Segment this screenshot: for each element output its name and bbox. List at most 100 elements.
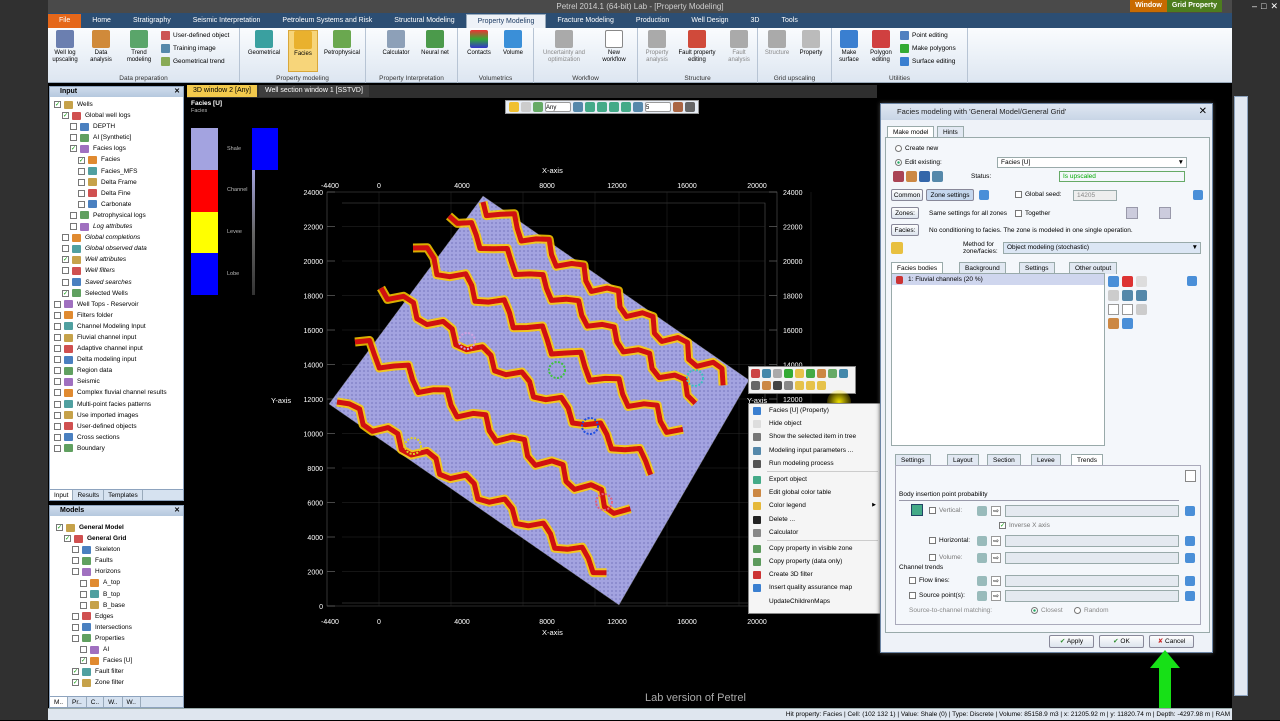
tree-item[interactable]: ✓ Wells	[54, 99, 181, 110]
tree-checkbox[interactable]	[78, 189, 85, 197]
legend-icon[interactable]	[795, 369, 804, 378]
tree-checkbox[interactable]	[54, 356, 61, 364]
histogram-icon[interactable]	[784, 369, 793, 378]
tree-checkbox[interactable]: ✓	[80, 657, 87, 665]
random-option-label[interactable]: Random	[1044, 607, 1109, 614]
tab-structural-modeling[interactable]: Structural Modeling	[383, 14, 465, 28]
tree-item[interactable]: ✓ General Grid	[56, 533, 181, 544]
tab-stratigraphy[interactable]: Stratigraphy	[122, 14, 182, 28]
tree-checkbox[interactable]: ✓	[70, 145, 77, 153]
maximize-icon[interactable]: □	[1261, 1, 1266, 12]
tree-checkbox[interactable]	[72, 612, 79, 620]
insert-arrow-icon[interactable]: ⇨	[991, 591, 1001, 601]
inverse-x-checkbox[interactable]: ✓	[999, 522, 1006, 529]
tree-item[interactable]: ✓ General Model	[56, 522, 181, 533]
pane-close-icon[interactable]: ✕	[174, 87, 180, 97]
help-icon[interactable]	[1185, 506, 1195, 516]
tree-checkbox[interactable]	[54, 334, 61, 342]
tree-checkbox[interactable]	[54, 345, 61, 353]
tab-property-modeling[interactable]: Property Modeling	[465, 14, 547, 28]
flow-lines-checkbox[interactable]	[909, 577, 916, 584]
tab-workflows[interactable]: W..	[104, 697, 123, 707]
tree-checkbox[interactable]	[80, 590, 87, 598]
tab-templates[interactable]: Templates	[104, 490, 143, 500]
trend-input-field[interactable]	[1005, 505, 1179, 517]
context-menu-item[interactable]: Facies [U] (Property)	[749, 404, 880, 417]
minimize-icon[interactable]: –	[1252, 1, 1257, 12]
tree-checkbox[interactable]	[80, 601, 87, 609]
tree-item[interactable]: DEPTH	[54, 121, 181, 132]
tree-item[interactable]: Properties	[56, 633, 181, 644]
vertical-checkbox[interactable]	[929, 507, 936, 514]
tree-checkbox[interactable]	[70, 211, 77, 219]
tab-3d[interactable]: 3D	[740, 14, 771, 28]
volume-button[interactable]: Volume	[498, 30, 528, 57]
color-table-icon[interactable]	[751, 369, 760, 378]
context-menu-item[interactable]: Show the selected item in tree	[749, 430, 880, 443]
tab-windows[interactable]: W..	[123, 697, 141, 707]
paint-icon[interactable]	[1136, 290, 1147, 301]
tab-seismic-interpretation[interactable]: Seismic Interpretation	[182, 14, 272, 28]
tree-checkbox[interactable]	[62, 278, 69, 286]
radio-create-new[interactable]	[895, 145, 902, 152]
context-menu-item[interactable]: Run modeling process	[749, 457, 880, 470]
fault-analysis-button[interactable]: Fault analysis	[722, 30, 756, 64]
copy-zone-icon[interactable]	[1126, 207, 1138, 219]
vertical-option[interactable]: Vertical:	[929, 507, 962, 514]
context-menu-item[interactable]: Hide object	[749, 417, 880, 430]
lock-icon[interactable]	[891, 242, 903, 254]
tab-fracture-modeling[interactable]: Fracture Modeling	[546, 14, 624, 28]
tree-checkbox[interactable]: ✓	[62, 112, 69, 120]
tree-checkbox[interactable]	[54, 389, 61, 397]
tree-checkbox[interactable]	[78, 167, 85, 175]
tree-item[interactable]: ✓ Zone filter	[56, 677, 181, 688]
make-surface-button[interactable]: Make surface	[834, 30, 864, 64]
edit-existing-option[interactable]: Edit existing:	[895, 159, 942, 166]
tree-item[interactable]: ✓ Global well logs	[54, 110, 181, 121]
tree-item[interactable]: Carbonate	[54, 199, 181, 210]
tree-item[interactable]: Well Tops - Reservoir	[54, 299, 181, 310]
context-menu-item[interactable]: Delete ...	[749, 513, 880, 526]
help-icon[interactable]	[1185, 576, 1195, 586]
help-icon[interactable]	[1185, 536, 1195, 546]
insert-arrow-icon[interactable]: ⇨	[991, 576, 1001, 586]
tab-file[interactable]: File	[48, 14, 82, 28]
context-menu-item[interactable]: Export object	[749, 473, 880, 486]
zoom-icon[interactable]	[609, 102, 619, 112]
ok-button[interactable]: ✔ OK	[1099, 635, 1144, 648]
tree-checkbox[interactable]	[54, 322, 61, 330]
context-menu-item[interactable]: Modeling input parameters ...	[749, 444, 880, 457]
zone-settings-icon[interactable]	[979, 190, 989, 200]
make-polygons-button[interactable]: Make polygons	[900, 44, 956, 53]
paste-icon[interactable]	[1122, 304, 1133, 315]
tree-checkbox[interactable]	[54, 300, 61, 308]
tree-checkbox[interactable]	[54, 367, 61, 375]
message-log-sidebar[interactable]	[1234, 96, 1248, 696]
context-menu-item[interactable]: UpdateChildrenMaps	[749, 595, 880, 608]
facies-tool-icon[interactable]	[817, 369, 826, 378]
tree-checkbox[interactable]	[54, 433, 61, 441]
add-body-icon[interactable]	[1108, 276, 1119, 287]
tree-item[interactable]: ✓ Facies logs	[54, 143, 181, 154]
tree-item[interactable]: Channel Modeling Input	[54, 321, 181, 332]
geometrical-trend-button[interactable]: Geometrical trend	[161, 57, 225, 66]
cancel-button[interactable]: ✘ Cancel	[1149, 635, 1194, 648]
tree-checkbox[interactable]	[80, 579, 87, 587]
camera-icon[interactable]	[633, 102, 643, 112]
help-icon[interactable]	[1185, 553, 1195, 563]
tree-item[interactable]: AI [Synthetic]	[54, 132, 181, 143]
tab-results[interactable]: Results	[73, 490, 105, 500]
source-points-option[interactable]: Source point(s):	[909, 592, 965, 599]
zones-icon[interactable]	[839, 369, 848, 378]
tree-item[interactable]: Cross sections	[54, 432, 181, 443]
close-icon[interactable]: ✕	[1270, 1, 1278, 12]
tree-checkbox[interactable]	[80, 646, 87, 654]
radio-edit-existing[interactable]	[895, 159, 902, 166]
tree-item[interactable]: Petrophysical logs	[54, 210, 181, 221]
help-icon[interactable]	[1193, 190, 1203, 200]
tree-checkbox[interactable]	[78, 200, 85, 208]
insert-arrow-icon[interactable]: ⇨	[991, 506, 1001, 516]
trend-input-field[interactable]	[1005, 535, 1179, 547]
tree-item[interactable]: Complex fluvial channel results	[54, 387, 181, 398]
trend-type-icon[interactable]	[977, 576, 987, 586]
